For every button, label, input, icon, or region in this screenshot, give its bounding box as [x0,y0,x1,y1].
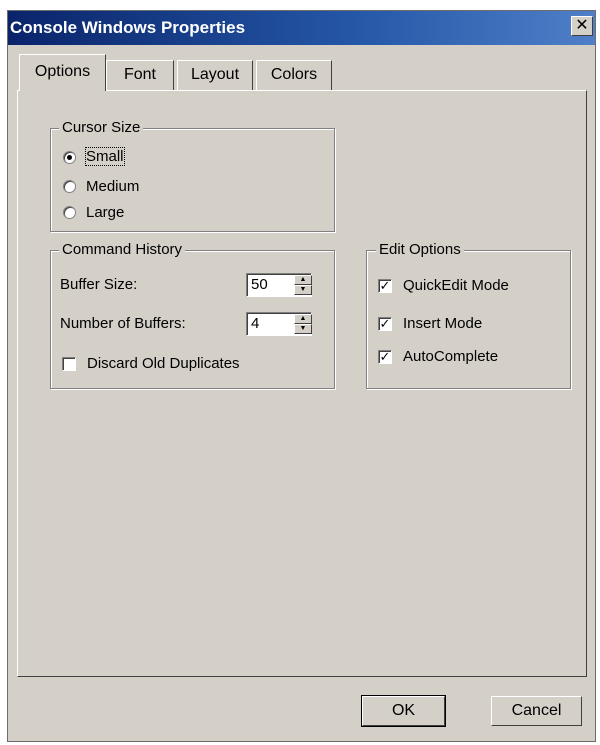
number-of-buffers-label: Number of Buffers: [60,315,186,332]
tab-colors[interactable]: Colors [256,60,332,90]
autocomplete-label[interactable]: AutoComplete [403,348,498,365]
radio-medium-label[interactable]: Medium [86,178,139,195]
close-button[interactable]: ✕ [571,16,593,36]
edit-options-legend: Edit Options [376,241,464,258]
number-of-buffers-down-button[interactable]: ▼ [294,324,312,334]
radio-selected-dot [67,155,72,160]
tab-font-label: Font [123,66,156,83]
insert-mode-label[interactable]: Insert Mode [403,315,482,332]
ok-button[interactable]: OK [361,695,446,727]
cursor-size-legend: Cursor Size [59,119,144,136]
tab-layout[interactable]: Layout [177,60,253,90]
radio-medium[interactable] [63,180,76,193]
window-title: Console Windows Properties [10,18,246,37]
ok-button-label: OK [391,702,416,719]
autocomplete-checkbox[interactable]: ✓ [378,350,392,364]
tab-options[interactable]: Options [19,54,106,91]
radio-small[interactable] [63,151,76,164]
tab-font[interactable]: Font [106,60,174,90]
discard-duplicates-label[interactable]: Discard Old Duplicates [87,355,240,372]
cancel-button-label: Cancel [511,702,562,719]
buffer-size-up-button[interactable]: ▲ [294,275,312,285]
command-history-legend: Command History [59,241,186,258]
checkmark-icon: ✓ [379,316,391,331]
arrow-up-icon: ▲ [299,276,307,283]
arrow-up-icon: ▲ [299,315,307,322]
radio-small-label[interactable]: Small [85,147,125,166]
quickedit-label[interactable]: QuickEdit Mode [403,277,509,294]
close-icon: ✕ [575,17,589,34]
tab-colors-label: Colors [270,66,318,83]
buffer-size-down-button[interactable]: ▼ [294,285,312,295]
number-of-buffers-up-button[interactable]: ▲ [294,314,312,324]
arrow-down-icon: ▼ [299,286,307,293]
tab-layout-label: Layout [190,66,240,83]
buffer-size-label: Buffer Size: [60,276,138,293]
cancel-button[interactable]: Cancel [491,696,582,726]
tab-options-label: Options [34,63,91,80]
checkmark-icon: ✓ [379,278,391,293]
discard-duplicates-checkbox[interactable] [62,357,76,371]
radio-large[interactable] [63,206,76,219]
insert-mode-checkbox[interactable]: ✓ [378,317,392,331]
quickedit-checkbox[interactable]: ✓ [378,279,392,293]
arrow-down-icon: ▼ [299,325,307,332]
checkmark-icon: ✓ [379,349,391,364]
buffer-size-value[interactable]: 50 [251,276,268,293]
number-of-buffers-value[interactable]: 4 [251,315,259,332]
radio-large-label[interactable]: Large [86,204,124,221]
